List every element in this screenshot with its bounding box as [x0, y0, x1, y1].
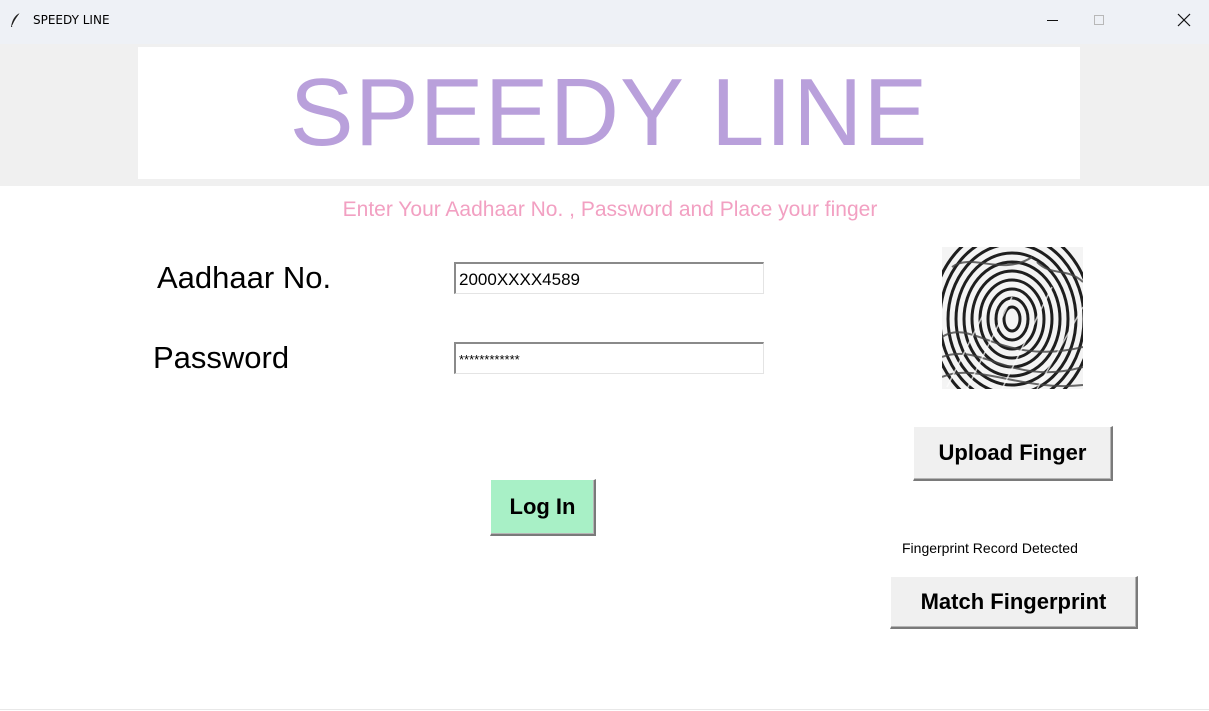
maximize-button[interactable] [1076, 0, 1122, 44]
fingerprint-image [942, 247, 1083, 389]
window-title: SPEEDY LINE [33, 13, 110, 27]
bottom-divider [0, 709, 1209, 710]
upload-finger-button[interactable]: Upload Finger [913, 426, 1113, 481]
aadhaar-input[interactable] [454, 262, 764, 294]
header-banner: SPEEDY LINE [138, 47, 1080, 179]
fingerprint-status: Fingerprint Record Detected [902, 540, 1078, 556]
app-window: SPEEDY LINE SPEEDY LINE Enter Your Aadha… [0, 0, 1209, 711]
aadhaar-label: Aadhaar No. [157, 260, 332, 295]
instructions-text: Enter Your Aadhaar No. , Password and Pl… [342, 198, 878, 221]
maximize-icon [1093, 13, 1105, 31]
password-input[interactable] [454, 342, 764, 374]
minimize-button[interactable] [1030, 0, 1076, 44]
minimize-icon [1047, 13, 1059, 31]
title-bar[interactable]: SPEEDY LINE [0, 0, 1209, 44]
close-button[interactable] [1161, 0, 1207, 44]
login-button[interactable]: Log In [490, 479, 596, 536]
app-title: SPEEDY LINE [289, 59, 929, 166]
feather-icon [9, 12, 23, 28]
match-fingerprint-button[interactable]: Match Fingerprint [890, 576, 1138, 629]
close-icon [1177, 13, 1191, 32]
password-label: Password [153, 340, 290, 375]
